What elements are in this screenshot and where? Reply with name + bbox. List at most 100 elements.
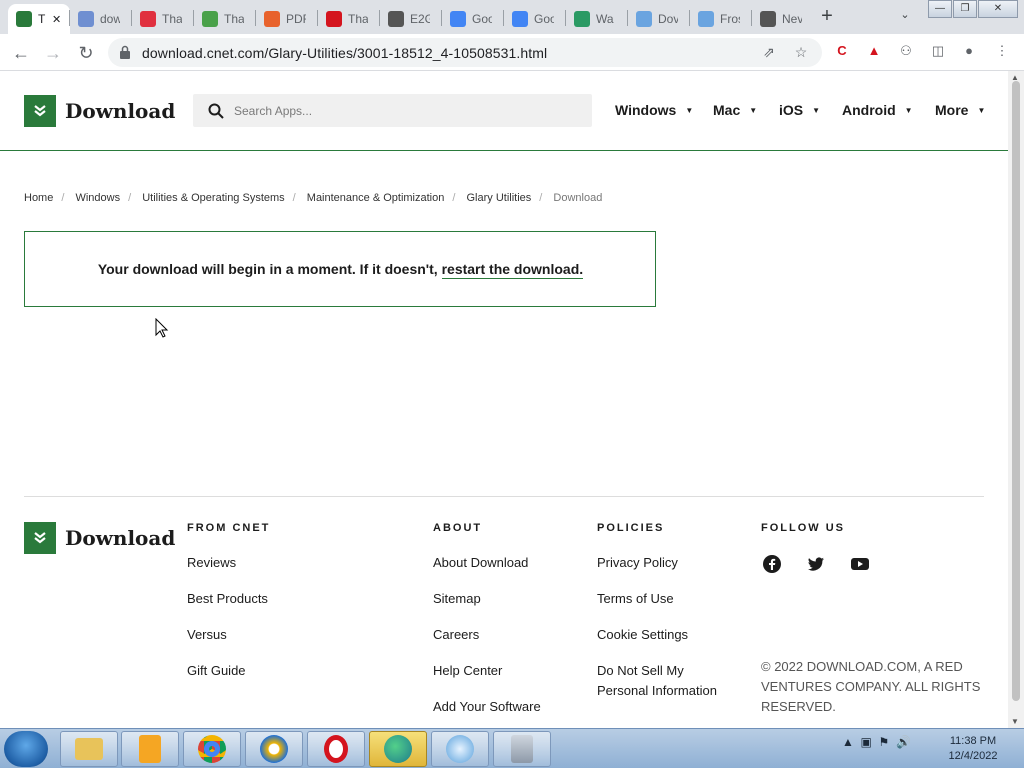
breadcrumb-glary[interactable]: Glary Utilities bbox=[466, 192, 531, 204]
nav-mac[interactable]: Mac ▼ bbox=[713, 102, 757, 118]
breadcrumb: Home / Windows / Utilities & Operating Sys… bbox=[24, 192, 603, 204]
utorrent-favicon-icon bbox=[202, 11, 218, 27]
close-window-button[interactable]: ✕ bbox=[978, 0, 1018, 18]
breadcrumb-windows[interactable]: Windows bbox=[75, 192, 120, 204]
footer-link-versus[interactable]: Versus bbox=[187, 625, 227, 645]
system-tray[interactable]: ▲ ▣ ⚑ 🔊 bbox=[842, 735, 911, 749]
restart-download-link[interactable]: restart the download. bbox=[441, 261, 584, 279]
reload-button[interactable]: ↻ bbox=[73, 40, 99, 66]
facebook-icon[interactable] bbox=[762, 554, 782, 574]
tab-label: Tha bbox=[162, 12, 182, 26]
back-button[interactable]: ← bbox=[8, 40, 34, 66]
tab-label: Goo bbox=[534, 12, 554, 26]
restore-button[interactable]: ❐ bbox=[953, 0, 977, 18]
page-scrollbar[interactable]: ▲ ▼ bbox=[1008, 71, 1024, 728]
download-notice-text: Your download will begin in a moment. If… bbox=[97, 261, 442, 277]
globe-favicon-icon bbox=[698, 11, 714, 27]
pdf-favicon-icon bbox=[264, 11, 280, 27]
browser-tab[interactable]: Goo bbox=[442, 4, 500, 34]
browser-tab[interactable]: PDF bbox=[256, 4, 314, 34]
bookmark-star-icon[interactable]: ☆ bbox=[792, 44, 810, 62]
taskbar-browser-app[interactable] bbox=[245, 731, 303, 767]
browser-tab[interactable]: Tha bbox=[318, 4, 376, 34]
tab-separator bbox=[565, 10, 566, 26]
footer-logo-text[interactable]: Download bbox=[65, 526, 175, 550]
footer-link-do-not-sell[interactable]: Do Not Sell My Personal Information bbox=[597, 661, 737, 701]
tab-label: Goo bbox=[472, 12, 492, 26]
nav-windows[interactable]: Windows ▼ bbox=[615, 102, 693, 118]
browser-tab[interactable]: Nev bbox=[752, 4, 810, 34]
tab-label: Tha bbox=[224, 12, 244, 26]
browser-tab[interactable]: Goo bbox=[504, 4, 562, 34]
taskbar-clock[interactable]: 11:38 PM 12/4/2022 bbox=[935, 734, 1011, 764]
footer-link-best-products[interactable]: Best Products bbox=[187, 589, 268, 609]
e2g-favicon-icon bbox=[388, 11, 404, 27]
taskbar-edge[interactable] bbox=[369, 731, 427, 767]
profile-avatar-icon[interactable]: ● bbox=[960, 43, 978, 61]
nav-ios[interactable]: iOS ▼ bbox=[779, 102, 820, 118]
close-tab-icon[interactable]: ✕ bbox=[52, 13, 61, 26]
browser-tab[interactable]: Tha bbox=[132, 4, 190, 34]
scroll-down-icon[interactable]: ▼ bbox=[1011, 717, 1019, 726]
footer-logo-icon[interactable] bbox=[24, 522, 56, 554]
taskbar-app-8[interactable] bbox=[493, 731, 551, 767]
taskbar-explorer[interactable] bbox=[60, 731, 118, 767]
extensions-puzzle-icon[interactable]: ⚇ bbox=[897, 43, 915, 61]
download-logo-icon[interactable] bbox=[24, 95, 56, 127]
new-tab-button[interactable]: + bbox=[816, 5, 838, 27]
footer-link-help-center[interactable]: Help Center bbox=[433, 661, 502, 681]
taskbar-media-player[interactable] bbox=[121, 731, 179, 767]
browser-tab[interactable]: Dov bbox=[628, 4, 686, 34]
taskbar-opera[interactable] bbox=[307, 731, 365, 767]
footer-link-about-download[interactable]: About Download bbox=[433, 553, 528, 573]
edge-icon bbox=[384, 735, 412, 763]
share-icon[interactable]: ⇗ bbox=[760, 44, 778, 62]
footer-link-terms[interactable]: Terms of Use bbox=[597, 589, 674, 609]
minimize-button[interactable]: — bbox=[928, 0, 952, 18]
browser-menu-icon[interactable]: ⋮ bbox=[993, 43, 1011, 61]
tab-search-icon[interactable]: ⌄ bbox=[896, 8, 914, 26]
taskbar-app-7[interactable] bbox=[431, 731, 489, 767]
footer-heading-from-cnet: FROM CNET bbox=[187, 522, 271, 534]
twitter-icon[interactable] bbox=[806, 554, 826, 574]
breadcrumb-maintenance[interactable]: Maintenance & Optimization bbox=[307, 192, 445, 204]
recycle-app-icon bbox=[511, 735, 533, 763]
scrollbar-thumb[interactable] bbox=[1012, 81, 1020, 701]
footer-link-add-software[interactable]: Add Your Software bbox=[433, 697, 541, 717]
browser-tab[interactable]: T ✕ bbox=[8, 4, 70, 34]
breadcrumb-utilities[interactable]: Utilities & Operating Systems bbox=[142, 192, 284, 204]
start-button[interactable] bbox=[4, 731, 48, 767]
extension-c-icon[interactable]: C bbox=[833, 43, 851, 61]
footer-link-sitemap[interactable]: Sitemap bbox=[433, 589, 481, 609]
clock-date: 12/4/2022 bbox=[948, 750, 998, 762]
mouse-cursor-icon bbox=[155, 318, 169, 338]
footer-link-reviews[interactable]: Reviews bbox=[187, 553, 236, 573]
caret-down-icon: ▼ bbox=[749, 106, 758, 115]
address-bar[interactable]: download.cnet.com/Glary-Utilities/3001-1… bbox=[108, 38, 822, 67]
footer-link-gift-guide[interactable]: Gift Guide bbox=[187, 661, 246, 681]
browser-tab[interactable]: Fros bbox=[690, 4, 748, 34]
footer-link-cookies[interactable]: Cookie Settings bbox=[597, 625, 688, 645]
tab-label: PDF bbox=[286, 12, 306, 26]
header-divider bbox=[0, 150, 1008, 151]
browser-tab[interactable]: dow bbox=[70, 4, 128, 34]
tab-label: Fros bbox=[720, 12, 740, 26]
forward-button[interactable]: → bbox=[40, 40, 66, 66]
tab-label: E2G bbox=[410, 12, 430, 26]
youtube-icon[interactable] bbox=[850, 554, 870, 574]
extension-shield-icon[interactable]: ▲ bbox=[865, 43, 883, 61]
browser-tab[interactable]: Tha bbox=[194, 4, 252, 34]
breadcrumb-home[interactable]: Home bbox=[24, 192, 53, 204]
footer-link-careers[interactable]: Careers bbox=[433, 625, 479, 645]
nav-android[interactable]: Android ▼ bbox=[842, 102, 913, 118]
breadcrumb-current: Download bbox=[553, 192, 603, 204]
snowflake-app-icon bbox=[446, 735, 474, 763]
footer-link-privacy[interactable]: Privacy Policy bbox=[597, 553, 678, 573]
search-input[interactable]: Search Apps... bbox=[193, 94, 592, 127]
browser-tab[interactable]: E2G bbox=[380, 4, 438, 34]
side-panel-icon[interactable]: ◫ bbox=[929, 43, 947, 61]
nav-more[interactable]: More ▼ bbox=[935, 102, 985, 118]
taskbar-chrome[interactable] bbox=[183, 731, 241, 767]
browser-tab[interactable]: Wa bbox=[566, 4, 624, 34]
site-logo-text[interactable]: Download bbox=[65, 99, 175, 123]
